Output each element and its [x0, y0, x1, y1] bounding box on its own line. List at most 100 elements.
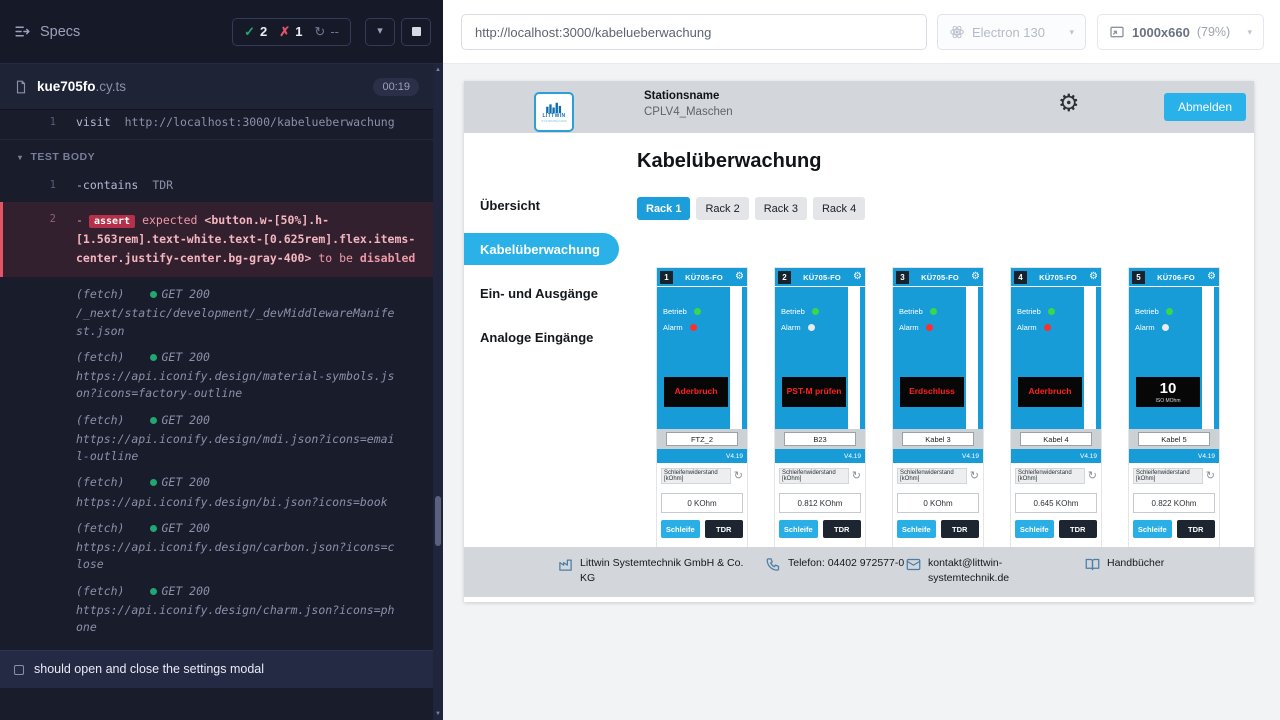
url-input[interactable]: [461, 14, 927, 50]
viewport-icon: [1109, 24, 1125, 40]
cable-stripe: [1084, 287, 1096, 429]
command-number: 1: [0, 177, 56, 194]
card-gear-icon[interactable]: ⚙: [853, 272, 862, 282]
logout-button[interactable]: Abmelden: [1164, 93, 1246, 121]
card-gear-icon[interactable]: ⚙: [971, 272, 980, 282]
stat-pending: ↻--: [314, 24, 339, 40]
viewport-select[interactable]: 1000x660 (79%) ▾: [1097, 14, 1264, 50]
refresh-icon[interactable]: ↻: [970, 471, 979, 482]
spec-header[interactable]: kue705fo.cy.ts 00:19: [0, 64, 433, 110]
fetch-label: (fetch): [76, 349, 124, 366]
fetch-log-row[interactable]: (fetch)GET 200 https://api.iconify.desig…: [0, 340, 433, 403]
fetch-status: GET 200: [161, 286, 209, 303]
fetch-log-row[interactable]: (fetch)GET 200 https://api.iconify.desig…: [0, 574, 433, 637]
command-contains[interactable]: 1 -containsTDR: [0, 173, 433, 198]
footer-manuals-link[interactable]: Handbücher: [1085, 556, 1164, 572]
kabel-name: FTZ_2: [666, 432, 738, 446]
betrieb-label: Betrieb: [899, 307, 923, 316]
cable-stripe: [730, 287, 742, 429]
collapse-chevron-button[interactable]: ▾: [365, 18, 395, 46]
stop-tests-button[interactable]: [401, 18, 431, 46]
card-number: 5: [1132, 271, 1145, 284]
card-gear-icon[interactable]: ⚙: [735, 272, 744, 282]
device-card-4: 4 KÜ705-FO ⚙ Betrieb Alarm: [1011, 268, 1101, 547]
tdr-button[interactable]: TDR: [1177, 520, 1216, 538]
scroll-up-arrow[interactable]: ▲: [433, 64, 443, 76]
alarm-led: [690, 324, 697, 331]
fetch-log-row[interactable]: (fetch)GET 200 https://api.iconify.desig…: [0, 465, 433, 511]
status-ok-dot: [150, 525, 157, 532]
reporter-scrollbar[interactable]: ▲ ▼: [433, 64, 443, 720]
fetch-url: https://api.iconify.design/bi.json?icons…: [76, 494, 399, 511]
schleife-button[interactable]: Schleife: [897, 520, 936, 538]
betrieb-label: Betrieb: [1017, 307, 1041, 316]
fetch-log-row[interactable]: (fetch)GET 200 /_next/static/development…: [0, 277, 433, 340]
measurement-label: Schleifenwiderstand [kOhm]: [1015, 468, 1085, 484]
schleife-button[interactable]: Schleife: [661, 520, 700, 538]
fetch-label: (fetch): [76, 474, 124, 491]
tab-rack-1[interactable]: Rack 1: [637, 197, 690, 220]
chevron-down-icon: ▾: [1069, 27, 1074, 38]
measurement-label: Schleifenwiderstand [kOhm]: [1133, 468, 1203, 484]
card-gear-icon[interactable]: ⚙: [1207, 272, 1216, 282]
test-box-icon: [14, 665, 24, 675]
sidebar-item-kabelueberwachung[interactable]: Kabelüberwachung: [464, 233, 619, 265]
assert-badge: assert: [89, 215, 135, 228]
fetch-log-row[interactable]: (fetch)GET 200 https://api.iconify.desig…: [0, 511, 433, 574]
firmware-version: V4.19: [775, 449, 865, 463]
kabel-name: B23: [784, 432, 856, 446]
sidebar-item-ein-und-ausgaenge[interactable]: Ein- und Ausgänge: [464, 277, 619, 309]
tdr-button[interactable]: TDR: [941, 520, 980, 538]
measurement-value: 0 KOhm: [661, 493, 743, 513]
card-gear-icon[interactable]: ⚙: [1089, 272, 1098, 282]
sidebar-item-analoge-eingaenge[interactable]: Analoge Eingänge: [464, 321, 619, 353]
tab-rack-2[interactable]: Rack 2: [696, 197, 748, 220]
kabel-name: Kabel 3: [902, 432, 974, 446]
measurement-value: 0.812 KOhm: [779, 493, 861, 513]
app-main-content: Kabelüberwachung Rack 1 Rack 2 Rack 3 Ra…: [619, 133, 1254, 547]
cable-stripe: [848, 287, 860, 429]
refresh-icon[interactable]: ↻: [1088, 471, 1097, 482]
device-card-5: 5 KÜ706-FO ⚙ Betrieb Alarm: [1129, 268, 1219, 547]
test-body-section-header[interactable]: ▾ TEST BODY: [0, 139, 433, 173]
settings-gear-icon[interactable]: ⚙: [1058, 90, 1080, 119]
tdr-button[interactable]: TDR: [1059, 520, 1098, 538]
device-cards-row: 1 KÜ705-FO ⚙ Betrieb Alarm: [657, 268, 1254, 547]
fetch-label: (fetch): [76, 520, 124, 537]
assert-lead: expected: [142, 213, 197, 227]
next-test-title: should open and close the settings modal: [34, 660, 264, 679]
stop-icon: [412, 27, 421, 36]
fetch-url: /_next/static/development/_devMiddleware…: [76, 305, 399, 340]
refresh-icon[interactable]: ↻: [734, 471, 743, 482]
failed-assert-row[interactable]: 2 -assertexpected <button.w-[50%].h-[1.5…: [0, 202, 433, 277]
spec-name: kue705fo: [37, 79, 96, 94]
littwin-logo: LITTWIN SYSTEMTECHNIK: [534, 92, 574, 132]
measurement-label: Schleifenwiderstand [kOhm]: [897, 468, 967, 484]
schleife-button[interactable]: Schleife: [1015, 520, 1054, 538]
refresh-icon[interactable]: ↻: [1206, 471, 1215, 482]
schleife-button[interactable]: Schleife: [779, 520, 818, 538]
scroll-down-arrow[interactable]: ▼: [433, 708, 443, 720]
tdr-button[interactable]: TDR: [705, 520, 744, 538]
sidebar-item-uebersicht[interactable]: Übersicht: [464, 189, 619, 221]
betrieb-led: [930, 308, 937, 315]
app-header: LITTWIN SYSTEMTECHNIK Stationsname CPLV4…: [464, 81, 1254, 133]
tdr-button[interactable]: TDR: [823, 520, 862, 538]
schleife-button[interactable]: Schleife: [1133, 520, 1172, 538]
specs-menu-button[interactable]: Specs: [14, 23, 80, 40]
test-stats: ✓2 ✗1 ↻--: [232, 18, 351, 46]
phone-icon: [766, 557, 781, 572]
footer-email[interactable]: kontakt@littwin-systemtechnik.de: [906, 556, 1020, 585]
measurement-value: 0.645 KOhm: [1015, 493, 1097, 513]
device-card-1: 1 KÜ705-FO ⚙ Betrieb Alarm: [657, 268, 747, 547]
browser-select[interactable]: Electron 130 ▾: [937, 14, 1086, 50]
scrollbar-thumb[interactable]: [435, 496, 441, 546]
logo-text: LITTWIN: [542, 114, 565, 119]
command-visit[interactable]: 1 visithttp://localhost:3000/kabelueberw…: [0, 110, 433, 135]
next-test-row[interactable]: should open and close the settings modal: [0, 650, 433, 688]
refresh-icon[interactable]: ↻: [852, 471, 861, 482]
card-model: KÜ705-FO: [909, 273, 971, 282]
tab-rack-4[interactable]: Rack 4: [813, 197, 865, 220]
tab-rack-3[interactable]: Rack 3: [755, 197, 807, 220]
fetch-log-row[interactable]: (fetch)GET 200 https://api.iconify.desig…: [0, 403, 433, 466]
